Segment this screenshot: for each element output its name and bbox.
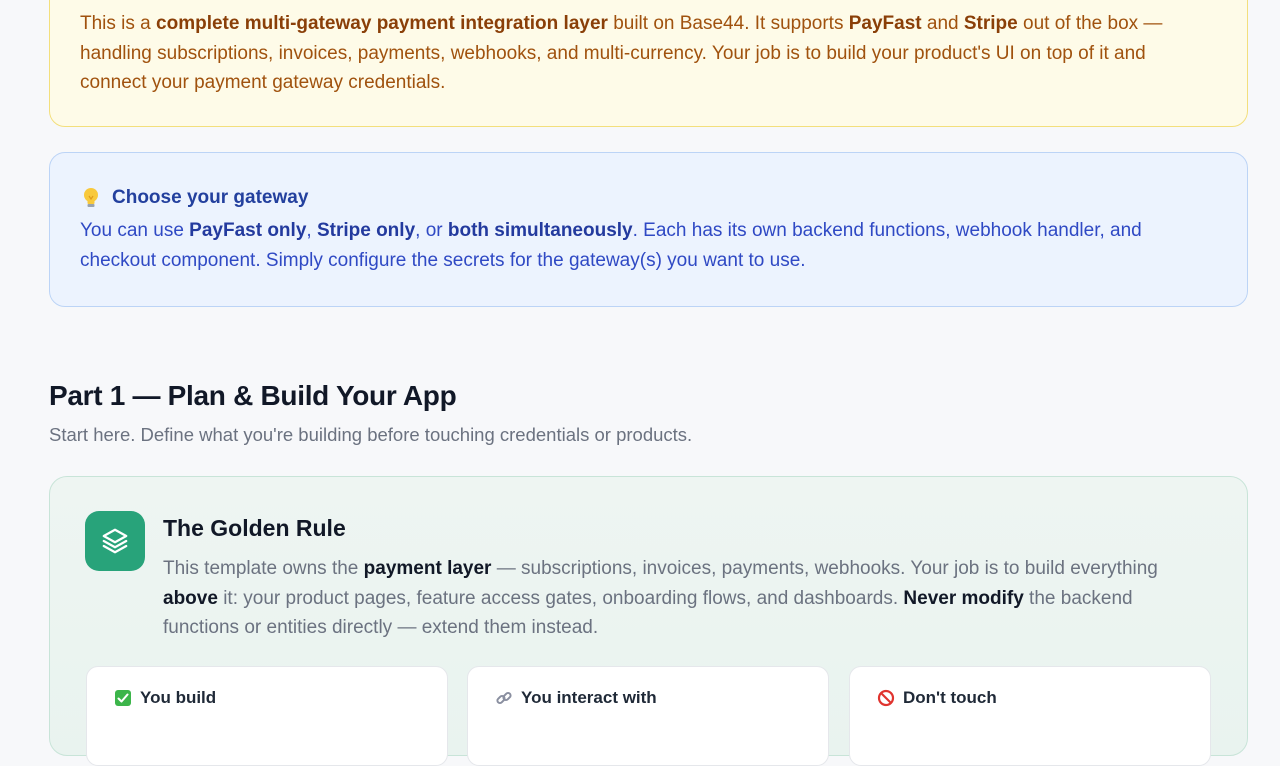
dont-touch-label: Don't touch [903,688,997,707]
you-interact-card: You interact with [467,666,829,766]
golden-rule-card: The Golden Rule This template owns the p… [49,476,1248,766]
emphasis-text: both simultaneously [447,220,633,241]
golden-rule-text: This template owns the payment layer — s… [163,554,1213,643]
body-text: This template owns the [163,558,364,579]
dont-touch-header: Don't touch [877,688,1210,708]
gateway-callout: Choose your gateway You can use PayFast … [49,152,1248,307]
gateway-title-row: Choose your gateway [80,183,1217,213]
emphasis-text: payment layer [363,558,492,579]
page: This is a complete multi-gateway payment… [0,0,1280,766]
gateway-text: You can use PayFast only, Stripe only, o… [80,216,1217,275]
section-subtitle: Start here. Define what you're building … [49,424,693,445]
body-text: This is a [80,13,157,34]
intro-text: This is a complete multi-gateway payment… [80,9,1217,98]
emphasis-text: PayFast only [189,220,307,241]
body-text: , or [415,220,448,241]
intro-callout: This is a complete multi-gateway payment… [49,0,1248,127]
body-text: it: your product pages, feature access g… [217,587,904,609]
link-icon [495,689,513,707]
you-interact-label: You interact with [521,688,657,707]
body-text: built on Base44. It supports [607,13,849,34]
emphasis-text: Stripe only [316,220,416,241]
golden-rule-title: The Golden Rule [163,515,346,541]
gateway-title: Choose your gateway [112,187,309,208]
layers-icon [85,511,145,571]
emphasis-text: PayFast [848,13,922,34]
you-build-label: You build [140,688,217,707]
dont-touch-card: Don't touch [849,666,1211,766]
body-text: You can use [80,220,190,241]
section-title: Part 1 — Plan & Build Your App [49,380,457,411]
emphasis-text: Never modify [903,587,1024,609]
check-box-icon [114,689,132,707]
body-text: and [921,13,964,34]
you-build-header: You build [114,688,447,708]
body-text: — subscriptions, invoices, payments, web… [491,558,1158,579]
you-build-card: You build [86,666,448,766]
emphasis-text: above [163,587,218,609]
emphasis-text: Stripe [963,13,1018,34]
emphasis-text: complete multi-gateway payment integrati… [156,13,608,34]
body-text: , [306,220,317,241]
you-interact-header: You interact with [495,688,828,708]
prohibited-icon [877,689,895,707]
lightbulb-icon [80,186,102,210]
